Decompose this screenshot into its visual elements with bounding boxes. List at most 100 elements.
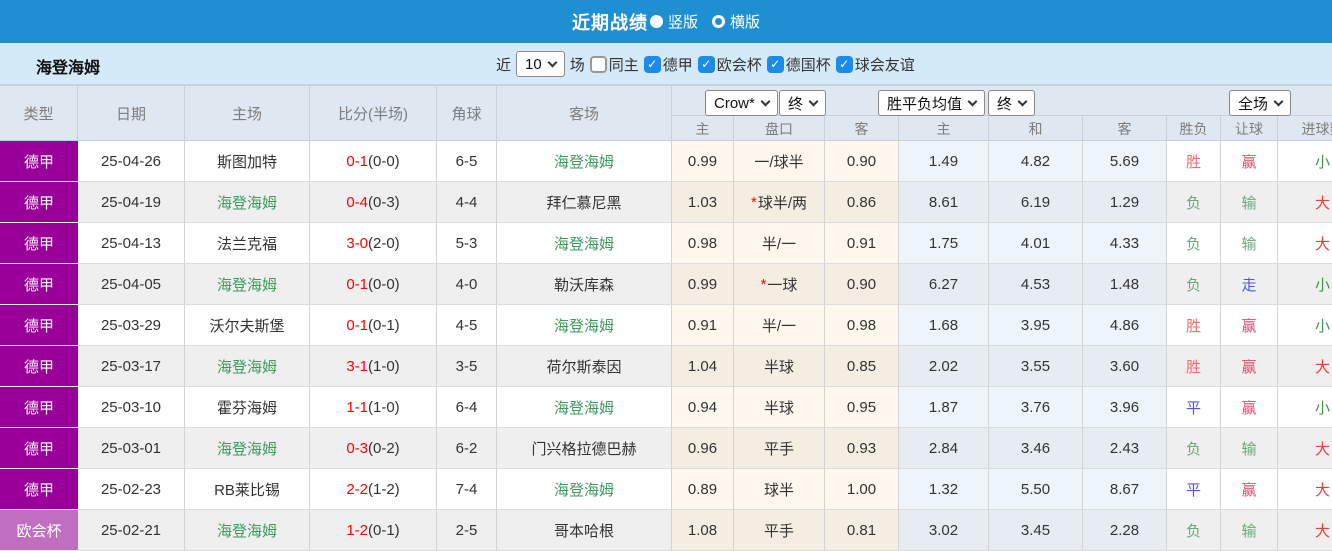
- ah-home-odds: 1.08: [672, 510, 734, 551]
- result-badge: 负: [1185, 522, 1201, 540]
- ah-home-odds: 0.96: [672, 428, 734, 469]
- half-time-score: (0-1): [368, 316, 400, 334]
- away-team[interactable]: 勒沃库森: [554, 274, 614, 295]
- half-time-score: (1-2): [368, 480, 400, 498]
- layout-radio-horizontal[interactable]: 横版: [698, 11, 760, 32]
- home-team[interactable]: 斯图加特: [217, 151, 277, 172]
- avg-away-odds: 1.48: [1083, 264, 1167, 305]
- home-team[interactable]: 法兰克福: [217, 233, 277, 254]
- home-team[interactable]: 霍芬海姆: [217, 397, 277, 418]
- corner-count: 6-4: [437, 387, 497, 428]
- away-team[interactable]: 海登海姆: [554, 151, 614, 172]
- wdl-average-select[interactable]: 胜平负均值: [878, 90, 986, 116]
- table-row: 德甲 25-03-10 霍芬海姆 1-1 (1-0) 6-4 海登海姆 0.94 …: [0, 387, 1332, 428]
- filter-checkbox-item[interactable]: ✓ 欧会杯: [697, 54, 764, 75]
- handicap-line: 平手: [763, 522, 794, 540]
- team-name: 海登海姆: [36, 60, 101, 77]
- layout-radio-vertical[interactable]: 竖版: [648, 11, 698, 32]
- checkbox-icon[interactable]: ✓: [835, 55, 853, 73]
- col-header-home: 主场: [185, 86, 310, 141]
- result-badge: 负: [1185, 440, 1201, 458]
- radio-selected-icon[interactable]: [649, 15, 663, 28]
- half-time-score: (2-0): [368, 234, 400, 252]
- filter-bar: 海登海姆 近 10 场 同主 ✓ 德甲 ✓ 欧会杯 ✓ 德国杯 ✓ 球会友谊: [0, 43, 1332, 85]
- full-time-score: 0-3: [346, 439, 368, 457]
- handicap-line: 球半: [763, 481, 794, 499]
- away-team[interactable]: 拜仁慕尼黑: [546, 192, 621, 213]
- checkbox-label[interactable]: 球会友谊: [855, 54, 915, 75]
- home-team[interactable]: 海登海姆: [217, 274, 277, 295]
- checkbox-label[interactable]: 德国杯: [786, 54, 831, 75]
- score-cell: 0-1 (0-0): [310, 264, 437, 305]
- away-team[interactable]: 海登海姆: [554, 233, 614, 254]
- handicap-line: 一球: [767, 276, 798, 294]
- away-team[interactable]: 海登海姆: [554, 315, 614, 336]
- ah-away-odds: 0.90: [825, 141, 899, 182]
- away-team[interactable]: 海登海姆: [554, 479, 614, 500]
- avg-away-odds: 3.96: [1083, 387, 1167, 428]
- score-cell: 0-1 (0-1): [310, 305, 437, 346]
- checkbox-label[interactable]: 同主: [609, 54, 639, 75]
- avg-draw-odds: 5.50: [989, 469, 1083, 510]
- handicap-cell: *半球: [734, 387, 825, 428]
- checkbox-icon[interactable]: ✓: [697, 55, 715, 73]
- result-badge: 负: [1185, 276, 1201, 294]
- avg-draw-odds: 4.82: [989, 141, 1083, 182]
- filter-controls: 近 10 场 同主 ✓ 德甲 ✓ 欧会杯 ✓ 德国杯 ✓ 球会友谊: [496, 43, 925, 85]
- table-row: 德甲 25-04-05 海登海姆 0-1 (0-0) 4-0 勒沃库森 0.99 …: [0, 264, 1332, 305]
- home-team[interactable]: 海登海姆: [217, 192, 277, 213]
- half-time-score: (0-3): [368, 193, 400, 211]
- filter-checkbox-item[interactable]: 同主: [589, 54, 641, 75]
- top-bar: 近期战绩 竖版 横版: [0, 0, 1332, 43]
- away-team[interactable]: 荷尔斯泰因: [546, 356, 621, 377]
- radio-unselected-icon[interactable]: [712, 15, 725, 28]
- checkbox-label[interactable]: 欧会杯: [717, 54, 762, 75]
- goals-result-badge: 大: [1314, 440, 1330, 458]
- match-date: 25-03-29: [78, 305, 185, 346]
- handicap-result-badge: 输: [1241, 522, 1257, 540]
- home-team[interactable]: 海登海姆: [217, 356, 277, 377]
- chevron-down-icon: [760, 96, 771, 106]
- table-row: 欧会杯 25-02-21 海登海姆 1-2 (0-1) 2-5 哥本哈根 1.08…: [0, 510, 1332, 551]
- filter-checkbox-item[interactable]: ✓ 球会友谊: [835, 54, 917, 75]
- radio-horizontal-label[interactable]: 横版: [730, 11, 760, 32]
- match-count-select[interactable]: 10: [516, 51, 565, 77]
- handicap-cell: *半/一: [734, 305, 825, 346]
- result-badge: 胜: [1185, 358, 1201, 376]
- odds-company-value: Crow*: [714, 94, 755, 112]
- filter-checkbox-item[interactable]: ✓ 德国杯: [766, 54, 833, 75]
- odds-final-select[interactable]: 终: [779, 90, 827, 116]
- league-badge: 德甲: [0, 469, 78, 510]
- avg-home-odds: 1.87: [899, 387, 989, 428]
- wdl-final-select[interactable]: 终: [988, 90, 1036, 116]
- match-date: 25-04-13: [78, 223, 185, 264]
- home-team[interactable]: 沃尔夫斯堡: [209, 315, 284, 336]
- home-team[interactable]: RB莱比锡: [214, 479, 280, 500]
- scope-value: 全场: [1238, 95, 1269, 113]
- match-date: 25-02-21: [78, 510, 185, 551]
- avg-home-odds: 1.49: [899, 141, 989, 182]
- avg-draw-odds: 4.53: [989, 264, 1083, 305]
- handicap-cell: *平手: [734, 510, 825, 551]
- home-team[interactable]: 海登海姆: [217, 520, 277, 541]
- checkbox-icon[interactable]: [589, 55, 607, 73]
- away-team[interactable]: 海登海姆: [554, 397, 614, 418]
- scope-select[interactable]: 全场: [1229, 90, 1292, 116]
- handicap-result-badge: 走: [1241, 276, 1257, 294]
- filter-checkbox-item[interactable]: ✓ 德甲: [643, 54, 695, 75]
- half-time-score: (1-0): [368, 357, 400, 375]
- star-mark: *: [750, 193, 757, 211]
- odds-company-select[interactable]: Crow*: [705, 90, 778, 116]
- away-team[interactable]: 门兴格拉德巴赫: [531, 438, 636, 459]
- match-date: 25-03-01: [78, 428, 185, 469]
- ah-away-odds: 0.98: [825, 305, 899, 346]
- checkbox-icon[interactable]: ✓: [643, 55, 661, 73]
- checkbox-icon[interactable]: ✓: [766, 55, 784, 73]
- radio-vertical-label[interactable]: 竖版: [668, 11, 698, 32]
- checkbox-label[interactable]: 德甲: [663, 54, 693, 75]
- avg-away-odds: 1.29: [1083, 182, 1167, 223]
- score-cell: 3-0 (2-0): [310, 223, 437, 264]
- away-team[interactable]: 哥本哈根: [554, 520, 614, 541]
- home-team[interactable]: 海登海姆: [217, 438, 277, 459]
- corner-count: 4-0: [437, 264, 497, 305]
